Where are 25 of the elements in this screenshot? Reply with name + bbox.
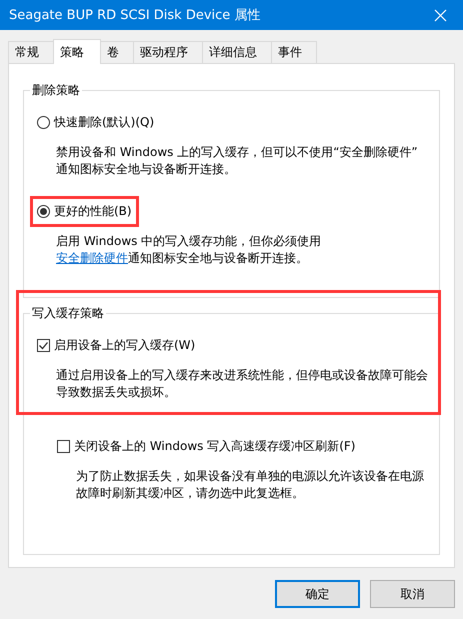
tab[interactable]: 策略 [53,39,101,64]
option-description: 禁用设备和 Windows 上的写入缓存，但可以不使用“安全删除硬件” [56,144,419,161]
dialog-button[interactable]: 取消 [370,580,455,608]
checkbox[interactable] [57,440,70,453]
option-description: 故障时刷新其缓冲区，请勿选中此复选框。 [76,485,305,502]
option-label[interactable]: 关闭设备上的 Windows 写入高速缓存缓冲区刷新(F) [74,438,356,455]
option-description: 启用 Windows 中的写入缓存功能，但你必须使用 [56,233,322,250]
tab[interactable]: 事件 [271,41,317,63]
option-label[interactable]: 快速删除(默认)(Q) [54,114,154,131]
close-icon[interactable] [434,8,446,22]
checkbox[interactable] [37,339,50,352]
group-title: 写入缓存策略 [30,305,106,322]
tab[interactable]: 常规 [8,41,54,63]
option-label[interactable]: 启用设备上的写入缓存(W) [54,337,196,354]
radio-button[interactable] [37,205,50,218]
option-description: 通过启用设备上的写入缓存来改进系统性能，但停电或设备故障可能会 [56,367,429,384]
option-description: 安全删除硬件通知图标安全地与设备断开连接。 [56,250,309,267]
safely-remove-link[interactable]: 安全删除硬件 [56,251,128,265]
option-description: 导致数据丢失或损坏。 [56,384,177,401]
group-title: 删除策略 [30,82,82,99]
dialog-button[interactable]: 确定 [275,580,360,608]
radio-button[interactable] [37,116,50,129]
window-title: Seagate BUP RD SCSI Disk Device 属性 [9,7,260,24]
option-description: 为了防止数据丢失，如果设备没有单独的电源以允许该设备在电源 [76,468,425,485]
option-description: 通知图标安全地与设备断开连接。 [56,161,237,178]
